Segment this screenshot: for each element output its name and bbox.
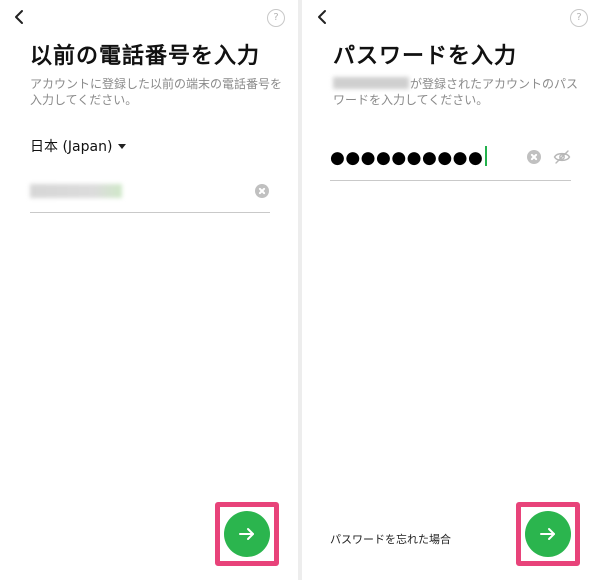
page-title: 以前の電話番号を入力 bbox=[30, 44, 261, 69]
screenshot-stage: ? 以前の電話番号を入力 アカウントに登録した以前の端末の電話番号を入力してくだ… bbox=[0, 0, 600, 580]
country-label: 日本 (Japan) bbox=[30, 139, 113, 155]
back-button[interactable] bbox=[311, 6, 333, 28]
password-mask: ●●●●●●●●●● bbox=[330, 148, 484, 168]
blurred-phone-value bbox=[30, 184, 122, 198]
text-cursor bbox=[485, 146, 488, 166]
next-button-highlight bbox=[516, 502, 580, 566]
eye-off-icon[interactable] bbox=[553, 149, 571, 165]
page-description: が登録されたアカウントのパスワードを入力してください。 bbox=[333, 76, 585, 108]
arrow-right-icon bbox=[239, 528, 254, 540]
next-button[interactable] bbox=[525, 511, 571, 557]
password-value: ●●●●●●●●●● bbox=[330, 146, 488, 168]
phone-entry-screen: ? 以前の電話番号を入力 アカウントに登録した以前の端末の電話番号を入力してくだ… bbox=[0, 0, 297, 580]
chevron-left-icon bbox=[318, 10, 326, 24]
next-button-highlight bbox=[215, 502, 279, 566]
forgot-password-link[interactable]: パスワードを忘れた場合 bbox=[330, 531, 451, 547]
back-button[interactable] bbox=[8, 6, 30, 28]
password-input[interactable]: ●●●●●●●●●● bbox=[330, 140, 571, 181]
blurred-account-id bbox=[333, 77, 409, 89]
caret-down-icon bbox=[118, 144, 127, 149]
password-entry-screen: ? パスワードを入力 が登録されたアカウントのパスワードを入力してください。 ●… bbox=[303, 0, 600, 580]
page-description: アカウントに登録した以前の端末の電話番号を入力してください。 bbox=[30, 77, 283, 107]
panel-divider bbox=[298, 0, 302, 580]
clear-icon[interactable] bbox=[255, 184, 269, 198]
next-button[interactable] bbox=[224, 511, 270, 557]
chevron-left-icon bbox=[15, 10, 23, 24]
phone-number-input[interactable] bbox=[30, 172, 270, 213]
clear-icon[interactable] bbox=[527, 150, 541, 164]
page-title: パスワードを入力 bbox=[333, 44, 518, 69]
help-icon[interactable]: ? bbox=[570, 9, 588, 27]
country-selector[interactable]: 日本 (Japan) bbox=[30, 136, 127, 156]
arrow-right-icon bbox=[540, 528, 555, 540]
help-icon[interactable]: ? bbox=[267, 9, 285, 27]
